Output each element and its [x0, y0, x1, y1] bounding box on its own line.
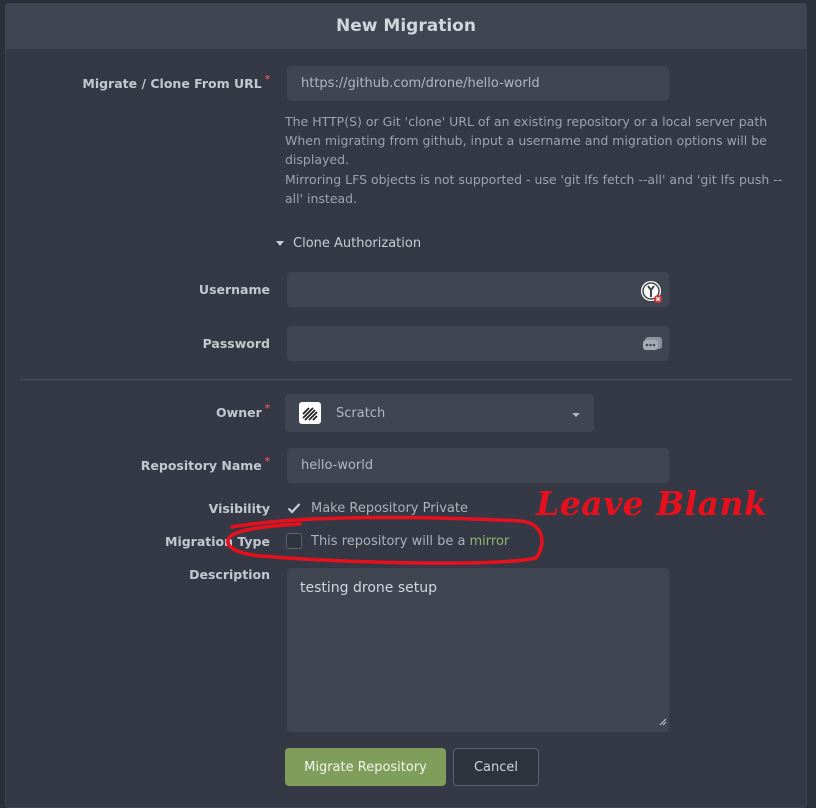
page: New Migration Migrate / Clone From URL * …: [0, 0, 816, 808]
annotation-circle: [226, 515, 544, 565]
annotation-text: Leave Blank: [536, 484, 768, 523]
